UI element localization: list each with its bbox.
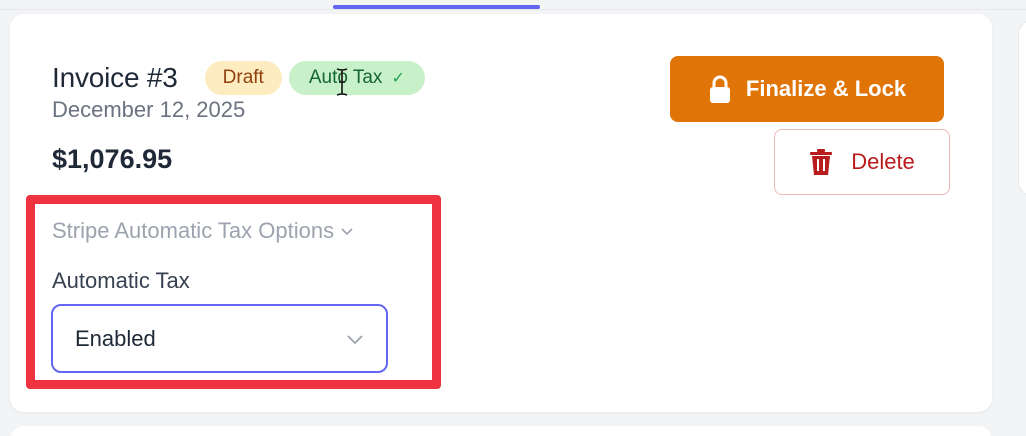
tax-options-label: Stripe Automatic Tax Options bbox=[52, 218, 335, 243]
finalize-lock-label: Finalize & Lock bbox=[745, 76, 907, 101]
invoice-date: December 12, 2025 bbox=[52, 97, 246, 122]
tax-options-toggle[interactable]: Stripe Automatic Tax Options bbox=[52, 218, 354, 244]
automatic-tax-value: Enabled bbox=[75, 325, 156, 351]
tab-divider bbox=[0, 9, 1026, 10]
auto-tax-badge: Auto Tax ✓ bbox=[288, 61, 425, 95]
invoice-title: Invoice #3 bbox=[52, 62, 178, 93]
delete-button[interactable]: Delete bbox=[774, 129, 950, 195]
invoice-amount: $1,076.95 bbox=[52, 144, 173, 174]
lock-icon bbox=[709, 75, 730, 103]
chevron-down-icon bbox=[341, 228, 353, 236]
automatic-tax-label: Automatic Tax bbox=[52, 268, 190, 293]
chevron-down-icon bbox=[347, 335, 363, 345]
finalize-lock-button[interactable]: Finalize & Lock bbox=[670, 56, 944, 122]
automatic-tax-select[interactable]: Enabled bbox=[51, 304, 388, 373]
side-card bbox=[1018, 20, 1026, 196]
status-badge: Draft bbox=[204, 61, 282, 95]
next-card bbox=[10, 426, 992, 436]
check-icon: ✓ bbox=[391, 70, 405, 87]
invoice-header: Invoice #3 Draft Auto Tax ✓ bbox=[52, 60, 425, 96]
text-cursor-icon bbox=[336, 68, 348, 96]
delete-label: Delete bbox=[851, 149, 915, 174]
trash-icon bbox=[810, 149, 833, 175]
